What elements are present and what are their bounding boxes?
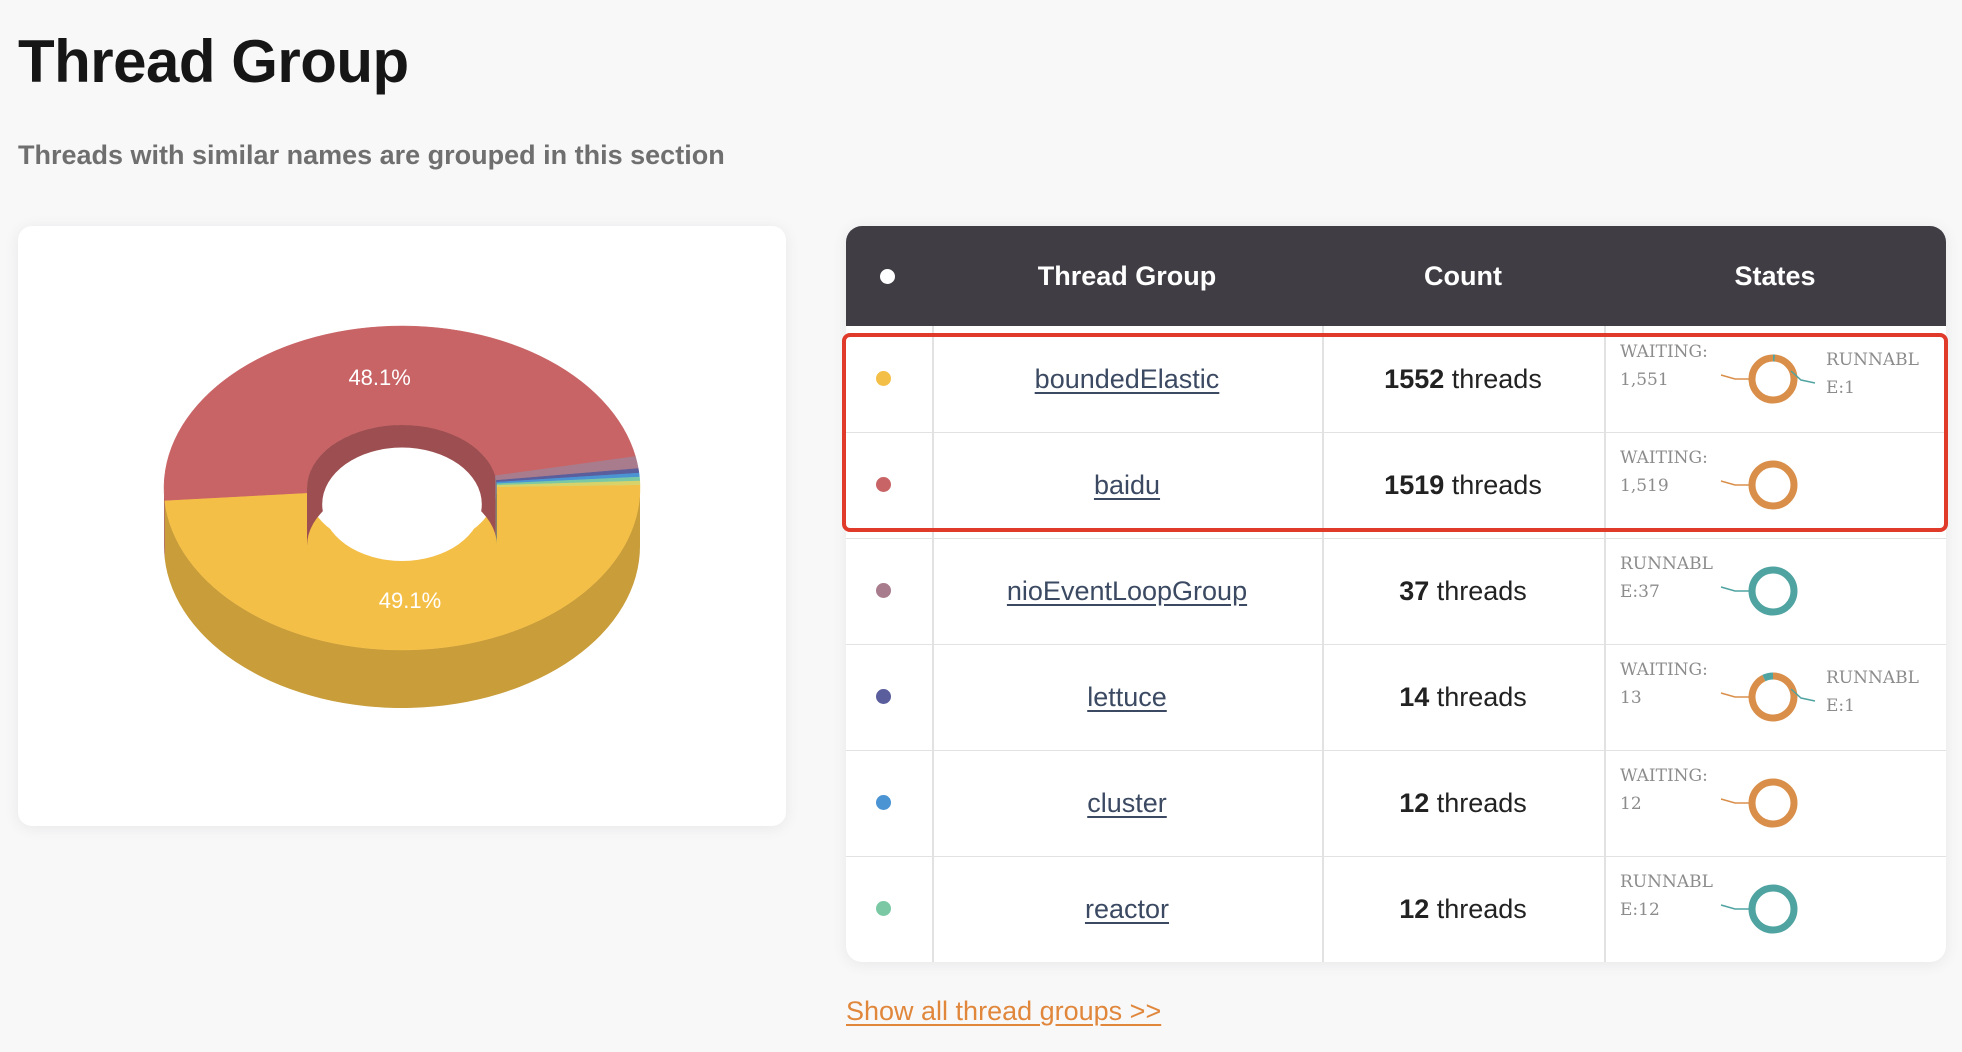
pie-label-baidu: 48.1% bbox=[348, 365, 410, 390]
group-color-dot bbox=[876, 795, 891, 810]
states-chart: WAITING: 1,519 bbox=[1604, 432, 1946, 538]
thread-count-value: 37 bbox=[1399, 576, 1430, 606]
pie-chart-card: 49.1% 48.1% bbox=[18, 226, 786, 826]
page-title: Thread Group bbox=[18, 28, 409, 95]
states-chart: RUNNABL E:37 bbox=[1604, 538, 1946, 644]
state-leader-line bbox=[1720, 374, 1749, 380]
thread-group-link-baidu[interactable]: baidu bbox=[932, 432, 1322, 538]
table-row: nioEventLoopGroup 37 threads RUNNABL E:37 bbox=[846, 538, 1946, 645]
thread-group-link-lettuce[interactable]: lettuce bbox=[932, 644, 1322, 750]
thread-count: 12 threads bbox=[1322, 750, 1604, 856]
thread-count: 1552 threads bbox=[1322, 326, 1604, 432]
state-label: RUNNABL E:1 bbox=[1826, 350, 1919, 398]
show-all-thread-groups-link[interactable]: Show all thread groups >> bbox=[846, 996, 1161, 1027]
thread-count-value: 12 bbox=[1399, 788, 1430, 818]
page-subtitle: Threads with similar names are grouped i… bbox=[18, 140, 725, 170]
thread-count-unit: threads bbox=[1436, 682, 1527, 712]
state-label: RUNNABL E:12 bbox=[1620, 872, 1713, 920]
thread-group-link-cluster[interactable]: cluster bbox=[932, 750, 1322, 856]
state-leader-line bbox=[1720, 586, 1749, 592]
state-label: RUNNABL E:37 bbox=[1620, 554, 1713, 602]
thread-count: 12 threads bbox=[1322, 856, 1604, 962]
thread-group-link-nioEventLoopGroup[interactable]: nioEventLoopGroup bbox=[932, 538, 1322, 644]
table-row: reactor 12 threads RUNNABL E:12 bbox=[846, 856, 1946, 962]
thread-count-value: 14 bbox=[1399, 682, 1430, 712]
state-leader-line bbox=[1720, 480, 1749, 486]
header-states[interactable]: States bbox=[1604, 226, 1946, 326]
thread-count-value: 12 bbox=[1399, 894, 1430, 924]
table-row: lettuce 14 threads WAITING: 13 RUNNABL E:1 bbox=[846, 644, 1946, 751]
thread-count-value: 1552 bbox=[1384, 364, 1445, 394]
thread-group-link-reactor[interactable]: reactor bbox=[932, 856, 1322, 962]
state-label: RUNNABL E:1 bbox=[1826, 668, 1919, 716]
state-label: WAITING: 1,519 bbox=[1620, 448, 1708, 496]
header-dot-icon bbox=[880, 269, 895, 284]
thread-count-unit: threads bbox=[1436, 788, 1527, 818]
state-leader-line bbox=[1720, 798, 1749, 804]
header-count[interactable]: Count bbox=[1322, 226, 1604, 326]
states-chart: WAITING: 12 bbox=[1604, 750, 1946, 856]
state-arc[interactable] bbox=[1748, 672, 1798, 722]
thread-count-unit: threads bbox=[1451, 364, 1542, 394]
states-chart: WAITING: 1,551 RUNNABL E:1 bbox=[1604, 326, 1946, 432]
states-chart: RUNNABL E:12 bbox=[1604, 856, 1946, 962]
thread-count-unit: threads bbox=[1436, 894, 1527, 924]
table-row: baidu 1519 threads WAITING: 1,519 bbox=[846, 432, 1946, 539]
thread-count: 1519 threads bbox=[1322, 432, 1604, 538]
table-row: boundedElastic 1552 threads WAITING: 1,551… bbox=[846, 326, 1946, 433]
thread-count: 14 threads bbox=[1322, 644, 1604, 750]
state-label: WAITING: 12 bbox=[1620, 766, 1708, 814]
pie-chart: 49.1% 48.1% bbox=[163, 325, 641, 709]
states-chart: WAITING: 13 RUNNABL E:1 bbox=[1604, 644, 1946, 750]
state-label: WAITING: 13 bbox=[1620, 660, 1708, 708]
pie-inner-wall-nioEventLoopGroup bbox=[495, 475, 497, 539]
header-thread-group[interactable]: Thread Group bbox=[932, 226, 1322, 326]
state-arc[interactable] bbox=[1748, 778, 1798, 828]
thread-count-unit: threads bbox=[1451, 470, 1542, 500]
pie-hole bbox=[322, 447, 482, 561]
group-color-dot bbox=[876, 583, 891, 598]
group-color-dot bbox=[876, 689, 891, 704]
thread-count-value: 1519 bbox=[1384, 470, 1445, 500]
state-arc[interactable] bbox=[1748, 566, 1798, 616]
state-leader-line bbox=[1720, 692, 1749, 698]
table-header: Thread Group Count States bbox=[846, 226, 1946, 326]
thread-count: 37 threads bbox=[1322, 538, 1604, 644]
pie-label-boundedElastic: 49.1% bbox=[379, 588, 441, 613]
thread-count-unit: threads bbox=[1436, 576, 1527, 606]
group-color-dot bbox=[876, 901, 891, 916]
table-row: cluster 12 threads WAITING: 12 bbox=[846, 750, 1946, 857]
state-arc[interactable] bbox=[1748, 354, 1798, 404]
state-arc[interactable] bbox=[1762, 672, 1774, 682]
state-label: WAITING: 1,551 bbox=[1620, 342, 1708, 390]
thread-group-link-boundedElastic[interactable]: boundedElastic bbox=[932, 326, 1322, 432]
group-color-dot bbox=[876, 371, 891, 386]
state-arc[interactable] bbox=[1748, 460, 1798, 510]
state-arc[interactable] bbox=[1748, 884, 1798, 934]
group-color-dot bbox=[876, 477, 891, 492]
thread-group-table: Thread Group Count States boundedElastic… bbox=[846, 226, 1946, 962]
state-leader-line bbox=[1720, 904, 1749, 910]
